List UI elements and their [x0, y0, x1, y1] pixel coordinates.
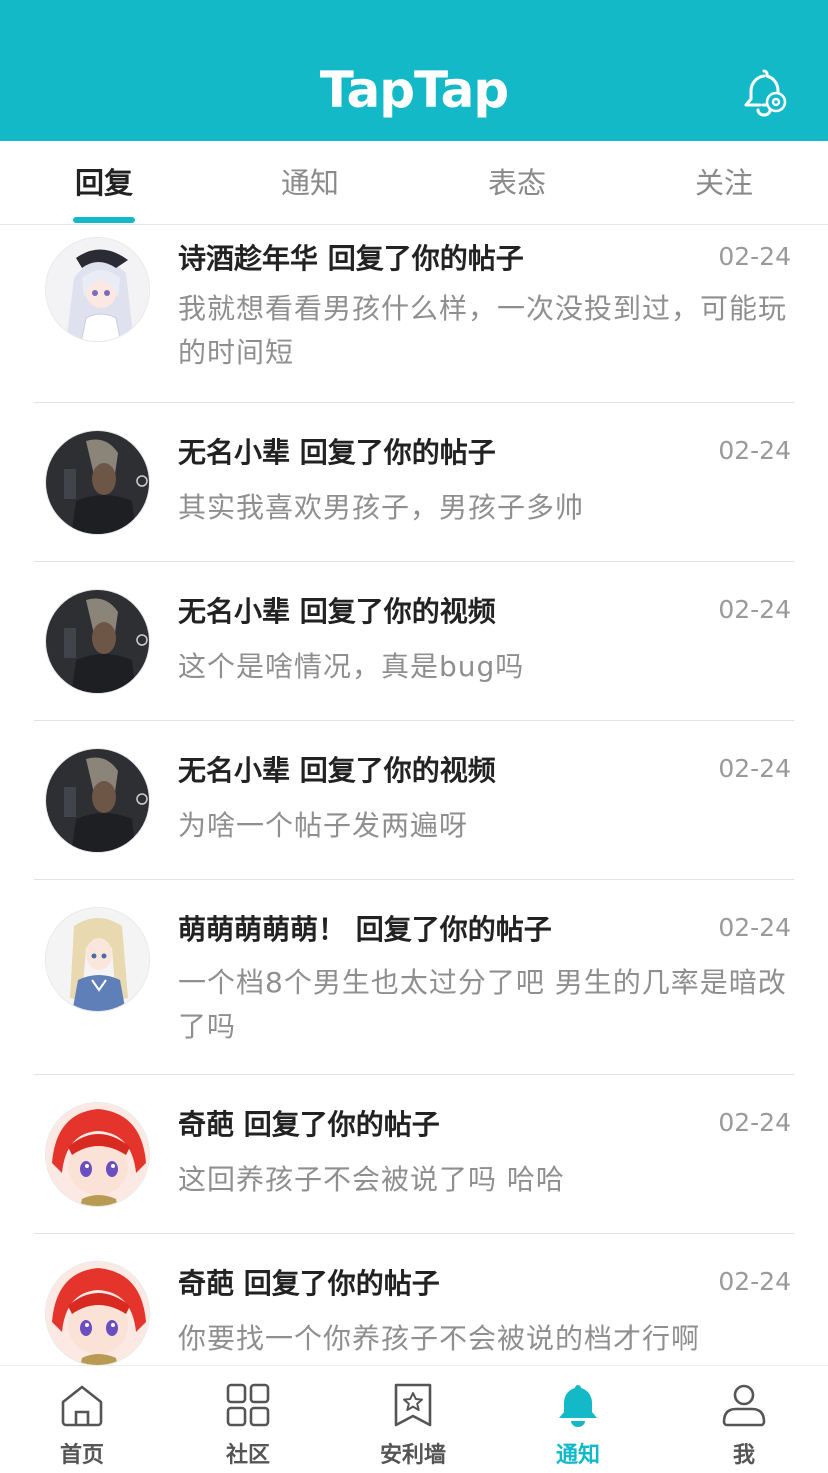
tab-notice[interactable]: 通知 [240, 141, 380, 225]
item-date: 02-24 [718, 754, 791, 783]
bell-icon [559, 1385, 597, 1427]
bookmark-star-icon [394, 1383, 432, 1427]
notification-tabs: 回复 通知 表态 关注 [0, 141, 828, 225]
grid-icon [226, 1383, 270, 1427]
reply-list: 诗酒趁年华 回复了你的帖子 02-24 我就想看看男孩什么样，一次没投到过，可能… [0, 225, 828, 1365]
avatar[interactable] [45, 589, 150, 694]
item-title: 奇葩 回复了你的帖子 [178, 1108, 440, 1141]
nav-notifications[interactable]: 通知 [518, 1366, 638, 1473]
item-body: 为啥一个帖子发两遍呀 [178, 809, 469, 842]
blonde-anime-girl-avatar [46, 908, 149, 1011]
avatar[interactable] [45, 748, 150, 853]
item-date: 02-24 [718, 913, 791, 942]
bell-gear-icon[interactable] [740, 66, 792, 118]
item-body: 一个档8个男生也太过分了吧 男生的几率是暗改了吗 [178, 966, 787, 1043]
nav-community[interactable]: 社区 [188, 1366, 308, 1473]
tab-label: 表态 [487, 166, 546, 200]
tab-reaction[interactable]: 表态 [447, 141, 587, 225]
nav-home[interactable]: 首页 [22, 1366, 142, 1473]
item-title: 奇葩 回复了你的帖子 [178, 1267, 440, 1300]
nav-label: 社区 [225, 1443, 270, 1468]
nav-label: 安利墙 [379, 1443, 446, 1468]
list-item[interactable]: 诗酒趁年华 回复了你的帖子 02-24 我就想看看男孩什么样，一次没投到过，可能… [0, 225, 828, 403]
taptap-logo: TapTap [319, 61, 509, 119]
app-header: TapTap [0, 0, 828, 141]
item-date: 02-24 [718, 242, 791, 271]
item-body: 这个是啥情况，真是bug吗 [178, 650, 525, 683]
nav-recommend-wall[interactable]: 安利墙 [353, 1366, 473, 1473]
nav-me[interactable]: 我 [684, 1366, 804, 1473]
list-item[interactable]: 奇葩 回复了你的帖子 02-24 你要找一个你养孩子不会被说的档才行啊 [0, 1234, 828, 1365]
avatar[interactable] [45, 1102, 150, 1207]
avatar[interactable] [45, 907, 150, 1012]
nav-label: 首页 [59, 1443, 104, 1468]
item-title: 无名小辈 回复了你的视频 [178, 595, 496, 628]
avatar[interactable] [45, 1261, 150, 1365]
item-date: 02-24 [718, 436, 791, 465]
dark-hero-portrait-avatar [46, 590, 149, 693]
item-body: 这回养孩子不会被说了吗 哈哈 [178, 1163, 565, 1196]
tab-follow[interactable]: 关注 [654, 141, 794, 225]
item-title: 萌萌萌萌萌！ 回复了你的帖子 [178, 913, 552, 946]
item-body: 其实我喜欢男孩子，男孩子多帅 [178, 491, 585, 524]
list-item[interactable]: 无名小辈 回复了你的帖子 02-24 其实我喜欢男孩子，男孩子多帅 [0, 403, 828, 562]
red-hair-chibi-avatar [46, 1103, 149, 1206]
avatar[interactable] [45, 237, 150, 342]
dark-hero-portrait-avatar [46, 749, 149, 852]
item-body: 我就想看看男孩什么样，一次没投到过，可能玩的时间短 [178, 292, 788, 369]
tab-label: 关注 [694, 166, 753, 200]
tab-label: 回复 [74, 166, 133, 200]
item-date: 02-24 [718, 595, 791, 624]
item-date: 02-24 [718, 1108, 791, 1137]
bottom-tab-bar: 首页 社区 安利墙 通知 我 [0, 1365, 828, 1473]
list-item[interactable]: 无名小辈 回复了你的视频 02-24 为啥一个帖子发两遍呀 [0, 721, 828, 880]
red-hair-chibi-avatar [46, 1262, 149, 1365]
white-hair-anime-girl-avatar [46, 238, 149, 341]
avatar[interactable] [45, 430, 150, 535]
list-item[interactable]: 奇葩 回复了你的帖子 02-24 这回养孩子不会被说了吗 哈哈 [0, 1075, 828, 1234]
item-title: 无名小辈 回复了你的视频 [178, 754, 496, 787]
user-icon [722, 1384, 766, 1427]
tab-reply[interactable]: 回复 [34, 141, 174, 225]
dark-hero-portrait-avatar [46, 431, 149, 534]
list-item[interactable]: 无名小辈 回复了你的视频 02-24 这个是啥情况，真是bug吗 [0, 562, 828, 721]
item-date: 02-24 [718, 1267, 791, 1296]
item-title: 无名小辈 回复了你的帖子 [178, 436, 496, 469]
item-title: 诗酒趁年华 回复了你的帖子 [178, 242, 524, 275]
nav-label: 我 [732, 1443, 755, 1468]
item-body: 你要找一个你养孩子不会被说的档才行啊 [178, 1322, 701, 1355]
nav-label: 通知 [555, 1443, 600, 1468]
list-item[interactable]: 萌萌萌萌萌！ 回复了你的帖子 02-24 一个档8个男生也太过分了吧 男生的几率… [0, 880, 828, 1075]
active-tab-indicator [73, 217, 135, 223]
tab-label: 通知 [280, 166, 339, 200]
home-icon [61, 1385, 103, 1427]
